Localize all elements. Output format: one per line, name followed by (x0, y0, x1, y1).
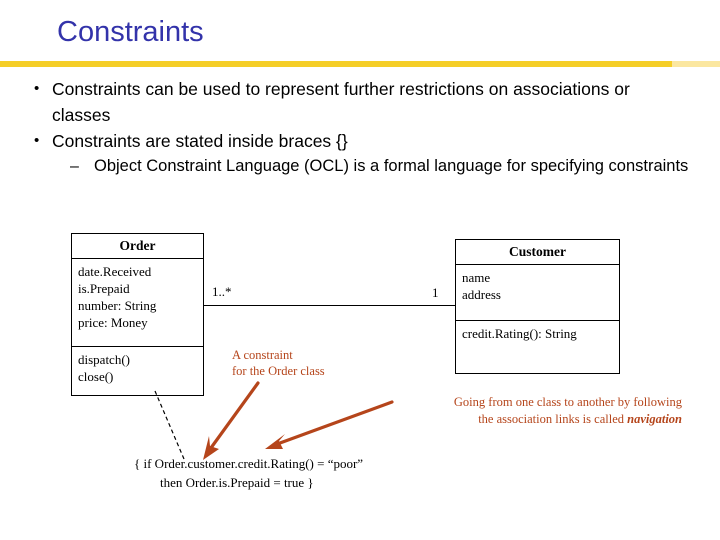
constraint-arrow-line (206, 381, 260, 454)
diagram-connectors (154, 381, 394, 460)
slide-canvas: Constraints • Constraints can be used to… (0, 0, 720, 540)
navigation-arrow-line (278, 400, 394, 445)
uml-class-diagram: Order date.Received is.Prepaid number: S… (0, 0, 720, 540)
dashed-note-anchor (154, 390, 185, 460)
